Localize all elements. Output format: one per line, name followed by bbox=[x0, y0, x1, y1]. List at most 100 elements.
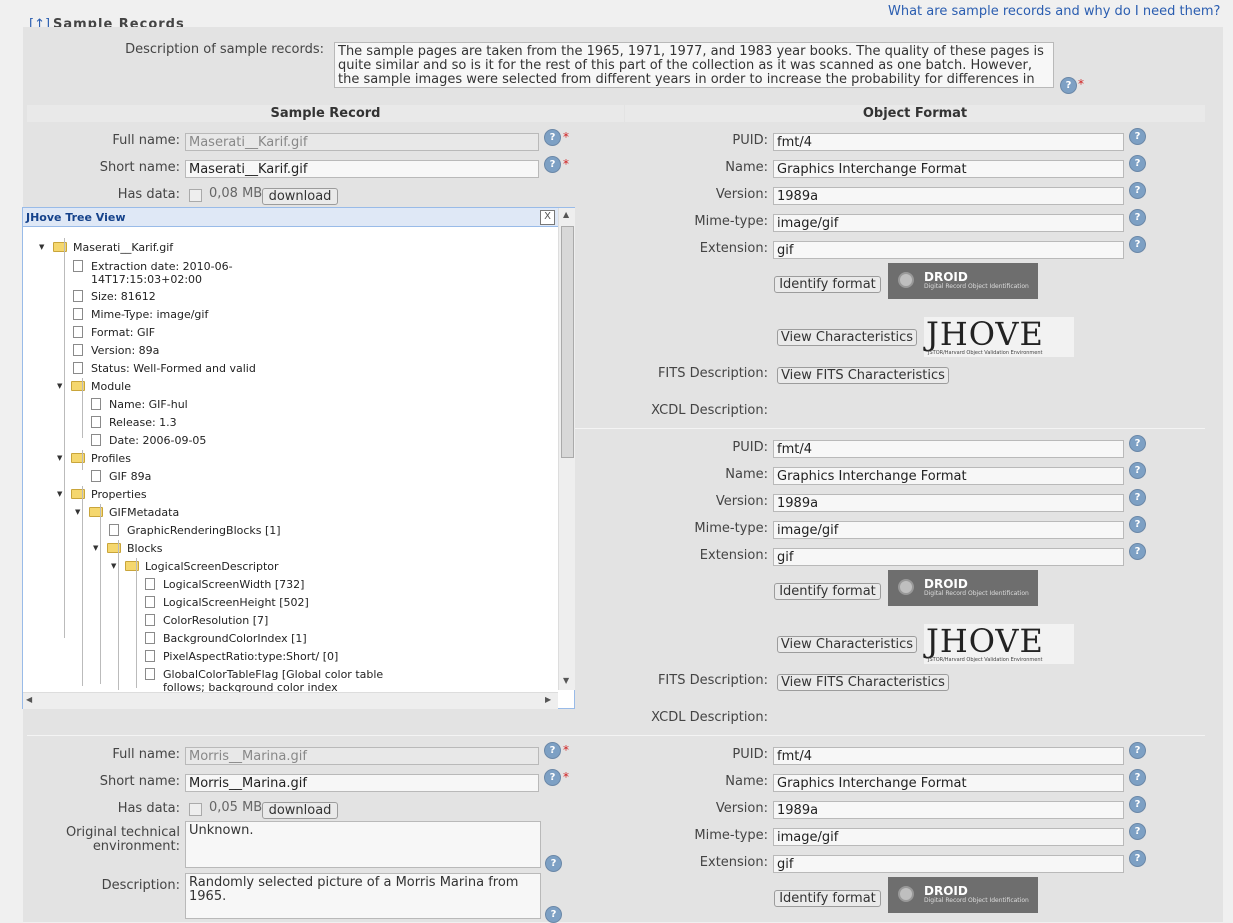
expand-toggle-icon[interactable]: ▼ bbox=[111, 562, 116, 570]
tree-node[interactable]: Extraction date: 2010-06- bbox=[91, 260, 233, 273]
mime-type-help-icon[interactable]: ? bbox=[1129, 209, 1146, 226]
tree-node[interactable]: ColorResolution [7] bbox=[163, 614, 268, 627]
mime-type-input[interactable]: image/gif bbox=[773, 521, 1124, 539]
view-characteristics-button[interactable]: View Characteristics bbox=[777, 329, 917, 346]
vertical-scrollbar[interactable]: ▲ ▼ bbox=[558, 208, 575, 690]
tree-node[interactable]: GraphicRenderingBlocks [1] bbox=[127, 524, 281, 537]
version-help-icon[interactable]: ? bbox=[1129, 489, 1146, 506]
record-description-help-icon[interactable]: ? bbox=[545, 906, 562, 923]
version-input[interactable]: 1989a bbox=[773, 494, 1124, 512]
view-fits-button[interactable]: View FITS Characteristics bbox=[777, 367, 949, 384]
tree-node[interactable]: LogicalScreenDescriptor bbox=[145, 560, 279, 573]
tree-node[interactable]: GIF 89a bbox=[109, 470, 151, 483]
tree-node[interactable]: Mime-Type: image/gif bbox=[91, 308, 208, 321]
jhove-tree-window[interactable]: JHove Tree View X ▼ Maserati__Karif.gif Ex… bbox=[22, 207, 575, 709]
identify-format-button[interactable]: Identify format bbox=[774, 890, 881, 907]
tree-guide-line bbox=[82, 378, 83, 438]
mime-type-input[interactable]: image/gif bbox=[773, 214, 1124, 232]
version-help-icon[interactable]: ? bbox=[1129, 796, 1146, 813]
scroll-up-icon[interactable]: ▲ bbox=[563, 210, 569, 219]
original-environment-textarea[interactable]: Unknown. bbox=[185, 821, 541, 868]
scroll-left-icon[interactable]: ◀ bbox=[26, 695, 32, 704]
help-link[interactable]: What are sample records and why do I nee… bbox=[888, 4, 1220, 19]
tree-node[interactable]: Release: 1.3 bbox=[109, 416, 177, 429]
name-input[interactable]: Graphics Interchange Format bbox=[773, 160, 1124, 178]
short-name-help-icon[interactable]: ? bbox=[544, 769, 561, 786]
tree-node[interactable]: Date: 2006-09-05 bbox=[109, 434, 206, 447]
tree-node[interactable]: Size: 81612 bbox=[91, 290, 156, 303]
expand-toggle-icon[interactable]: ▼ bbox=[57, 454, 62, 462]
tree-node[interactable]: GIFMetadata bbox=[109, 506, 179, 519]
expand-toggle-icon[interactable]: ▼ bbox=[39, 243, 44, 251]
horizontal-scrollbar[interactable]: ◀ ▶ bbox=[23, 692, 558, 709]
short-name-input[interactable]: Maserati__Karif.gif bbox=[185, 160, 539, 178]
extension-input[interactable]: gif bbox=[773, 548, 1124, 566]
tree-node[interactable]: Profiles bbox=[91, 452, 131, 465]
version-help-icon[interactable]: ? bbox=[1129, 182, 1146, 199]
close-icon[interactable]: X bbox=[540, 210, 555, 225]
tree-node[interactable]: Properties bbox=[91, 488, 147, 501]
name-help-icon[interactable]: ? bbox=[1129, 462, 1146, 479]
tree-node[interactable]: Name: GIF-hul bbox=[109, 398, 188, 411]
has-data-checkbox[interactable] bbox=[189, 189, 202, 202]
name-help-icon[interactable]: ? bbox=[1129, 155, 1146, 172]
short-name-input[interactable]: Morris__Marina.gif bbox=[185, 774, 539, 792]
name-input[interactable]: Graphics Interchange Format bbox=[773, 467, 1124, 485]
expand-toggle-icon[interactable]: ▼ bbox=[57, 490, 62, 498]
extension-input[interactable]: gif bbox=[773, 241, 1124, 259]
tree-node[interactable]: Status: Well-Formed and valid bbox=[91, 362, 256, 375]
puid-help-icon[interactable]: ? bbox=[1129, 128, 1146, 145]
full-name-help-icon[interactable]: ? bbox=[544, 129, 561, 146]
tree-node[interactable]: Version: 89a bbox=[91, 344, 159, 357]
tree-node[interactable]: LogicalScreenWidth [732] bbox=[163, 578, 304, 591]
name-help-icon[interactable]: ? bbox=[1129, 769, 1146, 786]
version-input[interactable]: 1989a bbox=[773, 187, 1124, 205]
scroll-down-icon[interactable]: ▼ bbox=[563, 676, 569, 685]
tree-node[interactable]: 14T17:15:03+02:00 bbox=[91, 273, 202, 286]
full-name-input[interactable]: Morris__Marina.gif bbox=[185, 747, 539, 765]
mime-type-input[interactable]: image/gif bbox=[773, 828, 1124, 846]
identify-format-button[interactable]: Identify format bbox=[774, 583, 881, 600]
has-data-checkbox[interactable] bbox=[189, 803, 202, 816]
version-input[interactable]: 1989a bbox=[773, 801, 1124, 819]
extension-label: Extension: bbox=[699, 241, 768, 256]
tree-node[interactable]: Format: GIF bbox=[91, 326, 155, 339]
view-characteristics-button[interactable]: View Characteristics bbox=[777, 636, 917, 653]
extension-input[interactable]: gif bbox=[773, 855, 1124, 873]
tree-node[interactable]: Blocks bbox=[127, 542, 162, 555]
view-fits-button[interactable]: View FITS Characteristics bbox=[777, 674, 949, 691]
puid-input[interactable]: fmt/4 bbox=[773, 133, 1124, 151]
record-description-textarea[interactable]: Randomly selected picture of a Morris Ma… bbox=[185, 873, 541, 919]
mime-type-help-icon[interactable]: ? bbox=[1129, 823, 1146, 840]
extension-help-icon[interactable]: ? bbox=[1129, 850, 1146, 867]
tree-node[interactable]: LogicalScreenHeight [502] bbox=[163, 596, 309, 609]
description-help-icon[interactable]: ? bbox=[1060, 77, 1077, 94]
extension-help-icon[interactable]: ? bbox=[1129, 543, 1146, 560]
name-input[interactable]: Graphics Interchange Format bbox=[773, 774, 1124, 792]
full-name-input[interactable]: Maserati__Karif.gif bbox=[185, 133, 539, 151]
tree-node[interactable]: PixelAspectRatio:type:Short/ [0] bbox=[163, 650, 338, 663]
tree-node[interactable]: Module bbox=[91, 380, 131, 393]
extension-help-icon[interactable]: ? bbox=[1129, 236, 1146, 253]
scroll-thumb[interactable] bbox=[561, 226, 574, 458]
expand-toggle-icon[interactable]: ▼ bbox=[57, 382, 62, 390]
puid-help-icon[interactable]: ? bbox=[1129, 742, 1146, 759]
tree-guide-line bbox=[118, 540, 119, 690]
short-name-help-icon[interactable]: ? bbox=[544, 156, 561, 173]
download-button[interactable]: download bbox=[262, 188, 338, 205]
full-name-help-icon[interactable]: ? bbox=[544, 742, 561, 759]
scroll-right-icon[interactable]: ▶ bbox=[545, 695, 551, 704]
puid-input[interactable]: fmt/4 bbox=[773, 747, 1124, 765]
download-button[interactable]: download bbox=[262, 802, 338, 819]
description-textarea[interactable]: The sample pages are taken from the 1965… bbox=[334, 42, 1054, 88]
puid-input[interactable]: fmt/4 bbox=[773, 440, 1124, 458]
tree-node[interactable]: GlobalColorTableFlag [Global color table bbox=[163, 668, 383, 681]
expand-toggle-icon[interactable]: ▼ bbox=[75, 508, 80, 516]
puid-help-icon[interactable]: ? bbox=[1129, 435, 1146, 452]
mime-type-help-icon[interactable]: ? bbox=[1129, 516, 1146, 533]
expand-toggle-icon[interactable]: ▼ bbox=[93, 544, 98, 552]
identify-format-button[interactable]: Identify format bbox=[774, 276, 881, 293]
tree-node[interactable]: Maserati__Karif.gif bbox=[73, 241, 173, 254]
original-environment-help-icon[interactable]: ? bbox=[545, 855, 562, 872]
tree-node[interactable]: BackgroundColorIndex [1] bbox=[163, 632, 307, 645]
